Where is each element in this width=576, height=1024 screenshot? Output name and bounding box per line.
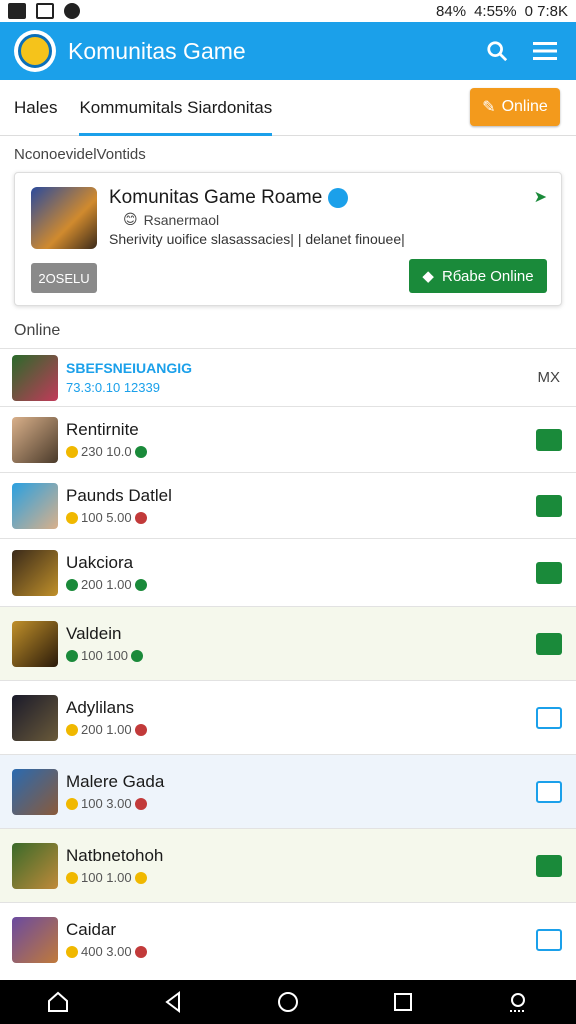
back-icon[interactable] [161, 990, 185, 1014]
chat-icon[interactable] [536, 632, 562, 655]
edit-icon: ✎ [482, 99, 496, 116]
chat-icon[interactable] [536, 428, 562, 451]
online-list: SBEFSNEIUANGIG 73.3:0.10 12339 MX Rentir… [0, 348, 576, 976]
game-thumbnail [12, 482, 58, 529]
gallery-icon [36, 3, 54, 19]
settings-icon [64, 3, 80, 19]
item-stats: 230 10.0 [66, 444, 147, 459]
list-item[interactable]: Valdein 100 100 [0, 606, 576, 680]
game-thumbnail [12, 620, 58, 667]
tab-hales[interactable]: Hales [14, 80, 57, 136]
game-thumbnail [12, 842, 58, 889]
item-name: Caidar [66, 920, 117, 939]
item-name: Adylilans [66, 698, 135, 717]
expand-icon[interactable] [536, 706, 562, 729]
item-name: Paunds Datlel [66, 486, 172, 505]
battery-level: 84% [436, 2, 467, 20]
item-name: Uakciora [66, 553, 134, 572]
app-title: Komunitas Game [68, 37, 246, 64]
item-stats: 100 100 [66, 648, 143, 663]
item-name: Valdein [66, 624, 122, 643]
pin-icon[interactable]: ➤ [534, 187, 547, 207]
home-icon[interactable] [46, 990, 70, 1014]
item-name: SBEFSNEIUANGIG [66, 360, 193, 376]
section-title: NconoevidelVontids [14, 146, 146, 163]
tab-community[interactable]: Kommumitals Siardonitas [79, 80, 272, 136]
recents-icon[interactable] [391, 990, 415, 1014]
item-stats: 400 3.00 [66, 944, 147, 959]
go-online-button[interactable]: ◆ Rбаbe Online [409, 259, 547, 293]
featured-avatar [31, 187, 97, 249]
list-item[interactable]: Natbnetohoh 100 1.00 [0, 828, 576, 902]
game-thumbnail [12, 354, 58, 401]
featured-name: Komunitas Game Roame [109, 187, 349, 209]
item-name: Natbnetohoh [66, 846, 164, 865]
featured-tag[interactable]: 2OSELU [31, 263, 97, 293]
item-stats: 200 1.00 [66, 577, 147, 592]
verified-icon [328, 188, 349, 208]
ticket-icon: ◆ [422, 268, 434, 285]
item-stats: 200 1.00 [66, 722, 147, 737]
item-action[interactable]: MX [538, 369, 561, 386]
assistant-icon[interactable] [506, 990, 530, 1014]
app-bar: Komunitas Game [0, 22, 576, 80]
game-thumbnail [12, 768, 58, 815]
list-item[interactable]: Malere Gada 100 3.00 [0, 754, 576, 828]
game-thumbnail [12, 694, 58, 741]
list-item[interactable]: Uakciora 200 1.00 [0, 538, 576, 606]
featured-card[interactable]: Komunitas Game Roame 😊 Rsanermaol Sherivi… [14, 172, 562, 306]
list-item[interactable]: Rentirnite 230 10.0 [0, 406, 576, 472]
item-stats: 100 5.00 [66, 510, 172, 525]
time: 4:55% [474, 2, 517, 20]
play-icon [8, 3, 26, 19]
emoji-icon: 😊 [123, 211, 138, 227]
expand-icon[interactable] [536, 928, 562, 951]
featured-desc: Sherivity uoifice slasassacies| | delane… [109, 231, 405, 247]
item-stats: 100 3.00 [66, 796, 164, 811]
nav-bar [0, 980, 576, 1024]
item-name: Rentirnite [66, 420, 139, 439]
search-icon[interactable] [480, 34, 514, 68]
data-rate: 0 7:8K [524, 2, 568, 20]
list-item[interactable]: Paunds Datlel 100 5.00 [0, 472, 576, 538]
list-item[interactable]: Caidar 400 3.00 [0, 902, 576, 976]
app-logo [14, 30, 56, 72]
item-stats: 100 1.00 [66, 870, 163, 885]
expand-icon[interactable] [536, 780, 562, 803]
chat-icon[interactable] [536, 494, 562, 517]
list-item[interactable]: Adylilans 200 1.00 [0, 680, 576, 754]
status-bar: 84% 4:55% 0 7:8K [0, 0, 576, 22]
chat-icon[interactable] [536, 854, 562, 877]
list-item[interactable]: SBEFSNEIUANGIG 73.3:0.10 12339 MX [0, 348, 576, 406]
home-circle-icon[interactable] [276, 990, 300, 1014]
game-thumbnail [12, 416, 58, 463]
game-thumbnail [12, 549, 58, 596]
item-name: Malere Gada [66, 772, 165, 791]
featured-sub: 😊 Rsanermaol [123, 211, 220, 228]
online-section-title: Online [14, 322, 61, 339]
game-thumbnail [12, 916, 58, 963]
item-stats: 73.3:0.10 12339 [66, 380, 160, 395]
online-button[interactable]: ✎ Online [470, 88, 560, 126]
menu-icon[interactable] [528, 34, 562, 68]
chat-icon[interactable] [536, 561, 562, 584]
